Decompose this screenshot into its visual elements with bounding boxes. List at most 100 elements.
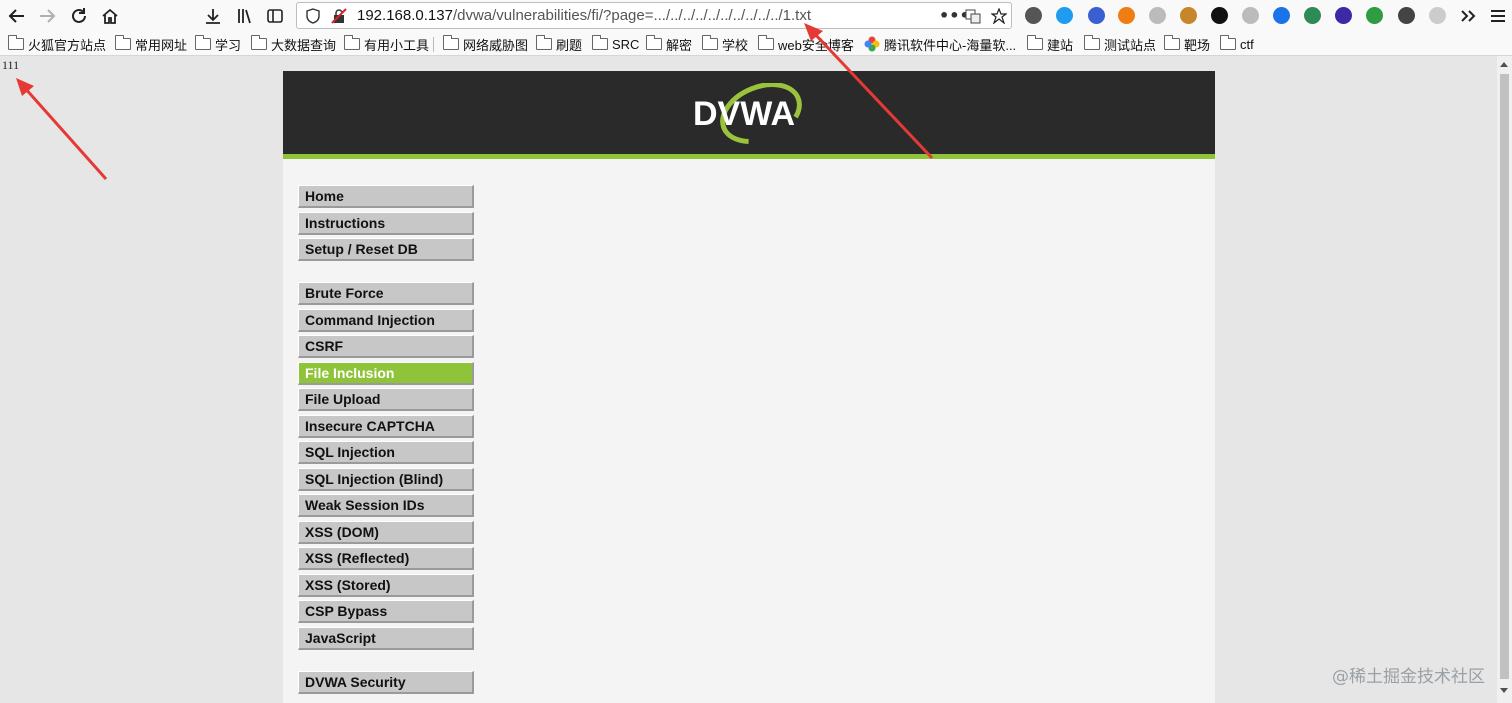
menu-item-csp-bypass[interactable]: CSP Bypass [298, 600, 474, 623]
menu-item-insecure-captcha[interactable]: Insecure CAPTCHA [298, 414, 474, 438]
diamond-icon[interactable] [1366, 7, 1383, 24]
bookmark-star-icon[interactable] [991, 8, 1007, 24]
folder-icon [344, 35, 360, 50]
ext-5-icon[interactable] [1149, 7, 1166, 24]
hamburger-menu-button[interactable] [1486, 4, 1510, 28]
overflow-menu-button[interactable] [1456, 4, 1480, 28]
menu-item-xss-reflected[interactable]: XSS (Reflected) [298, 547, 474, 570]
menu-item-sql-injection[interactable]: SQL Injection [298, 441, 474, 464]
url-bar[interactable]: 192.168.0.137/dvwa/vulnerabilities/fi/?p… [296, 2, 1012, 29]
ext-14-icon[interactable] [1429, 7, 1446, 24]
menu-item-xss-stored[interactable]: XSS (Stored) [298, 573, 474, 597]
bookmark-item[interactable]: 学校 [702, 35, 748, 53]
folder-icon [1164, 35, 1180, 50]
included-file-output: 111 [2, 58, 20, 72]
t-icon[interactable] [1335, 7, 1352, 24]
downloads-button[interactable] [201, 4, 225, 28]
bookmark-item[interactable]: web安全博客 [758, 35, 854, 53]
bookmark-label: web安全博客 [778, 37, 854, 53]
ext-7-icon[interactable] [1211, 7, 1228, 24]
folder-icon [8, 35, 24, 50]
dvwa-header: DVWA [283, 71, 1215, 154]
bookmark-item[interactable]: 测试站点 [1084, 35, 1156, 53]
bookmarks-separator [433, 37, 434, 52]
dvwa-logo: DVWA [693, 83, 803, 145]
menu-item-home[interactable]: Home [298, 185, 474, 208]
bookmark-label: 刷题 [556, 37, 583, 53]
bookmark-label: 火狐官方站点 [28, 37, 107, 53]
download-icon [206, 9, 220, 24]
dvwa-logo-text: DVWA [693, 95, 795, 133]
ext-4-icon[interactable] [1118, 7, 1135, 24]
forward-button[interactable] [35, 4, 59, 28]
menu-item-javascript[interactable]: JavaScript [298, 626, 474, 650]
dvwa-page: DVWA Home Instructions Setup / Reset DB Bru… [283, 71, 1215, 703]
bookmark-item[interactable]: 火狐官方站点 [8, 35, 106, 53]
scroll-thumb[interactable] [1500, 74, 1509, 679]
watermark: @稀土掘金技术社区 [1332, 667, 1485, 687]
bookmark-item[interactable]: 大数据查询 [251, 35, 336, 53]
ext-3-icon[interactable] [1088, 7, 1105, 24]
vertical-scrollbar[interactable] [1497, 56, 1512, 703]
reload-icon [72, 8, 86, 23]
bookmark-item[interactable]: ctf [1220, 35, 1254, 53]
ext-9-icon[interactable] [1273, 7, 1290, 24]
menu-item-csrf[interactable]: CSRF [298, 335, 474, 358]
bookmark-label: ctf [1240, 36, 1254, 52]
bookmark-item[interactable]: 解密 [646, 35, 692, 53]
home-icon [102, 8, 118, 24]
folder-icon [758, 35, 774, 50]
sidebar-icon [267, 9, 283, 23]
folder-icon [195, 35, 211, 50]
bookmark-item[interactable]: 建站 [1027, 35, 1073, 53]
shield-icon[interactable] [305, 8, 321, 24]
menu-item-xss-dom[interactable]: XSS (DOM) [298, 520, 474, 544]
translate-page-icon[interactable] [965, 8, 981, 24]
insecure-lock-icon[interactable] [331, 8, 347, 24]
sidebar-button[interactable] [263, 4, 287, 28]
ext-6-icon[interactable] [1180, 7, 1197, 24]
bookmark-item[interactable]: 网络威胁图 [443, 35, 528, 53]
bookmark-label: 常用网址 [135, 37, 188, 53]
bookmark-item[interactable]: 有用小工具 [344, 35, 429, 53]
red-arrow-output [16, 78, 108, 180]
menu-item-dvwa-security[interactable]: DVWA Security [298, 671, 474, 694]
back-arrow-icon [8, 9, 24, 23]
bookmark-label: 网络威胁图 [463, 37, 529, 53]
scroll-up-arrow-icon[interactable] [1500, 62, 1508, 67]
bookmark-item[interactable]: 靶场 [1164, 35, 1210, 53]
ext-1-icon[interactable] [1025, 7, 1042, 24]
menu-item-file-inclusion[interactable]: File Inclusion [298, 361, 474, 385]
menu-item-command-injection[interactable]: Command Injection [298, 308, 474, 332]
bookmark-item[interactable]: 常用网址 [115, 35, 187, 53]
bookmark-item[interactable]: 学习 [195, 35, 241, 53]
library-icon [238, 9, 251, 24]
folder-icon [536, 35, 552, 50]
menu-item-brute-force[interactable]: Brute Force [298, 282, 474, 305]
back-button[interactable] [5, 4, 29, 28]
green-i-icon[interactable] [1398, 7, 1415, 24]
translate-icon[interactable] [1304, 7, 1321, 24]
menu-item-file-upload[interactable]: File Upload [298, 388, 474, 411]
bookmark-item[interactable]: 腾讯软件中心-海量软... [864, 35, 1016, 53]
menu-item-setup-reset-db[interactable]: Setup / Reset DB [298, 238, 474, 261]
bookmark-label: 腾讯软件中心-海量软... [884, 37, 1017, 53]
bookmark-item[interactable]: SRC [592, 35, 639, 53]
scroll-down-arrow-icon[interactable] [1500, 688, 1508, 693]
ext-8-icon[interactable] [1242, 7, 1259, 24]
bookmark-item[interactable]: 刷题 [536, 35, 582, 53]
reload-button[interactable] [67, 4, 91, 28]
folder-icon [702, 35, 718, 50]
menu-item-sql-injection-blind[interactable]: SQL Injection (Blind) [298, 467, 474, 491]
ext-2-icon[interactable] [1056, 7, 1073, 24]
folder-icon [443, 35, 459, 50]
menu-item-weak-session-ids[interactable]: Weak Session IDs [298, 494, 474, 517]
folder-icon [1220, 35, 1236, 50]
menu-item-instructions[interactable]: Instructions [298, 211, 474, 235]
forward-arrow-icon [40, 9, 56, 23]
home-button[interactable] [98, 4, 122, 28]
library-button[interactable] [233, 4, 257, 28]
folder-icon [251, 35, 267, 50]
url-text[interactable]: 192.168.0.137/dvwa/vulnerabilities/fi/?p… [357, 7, 811, 24]
bookmark-label: SRC [612, 36, 640, 52]
